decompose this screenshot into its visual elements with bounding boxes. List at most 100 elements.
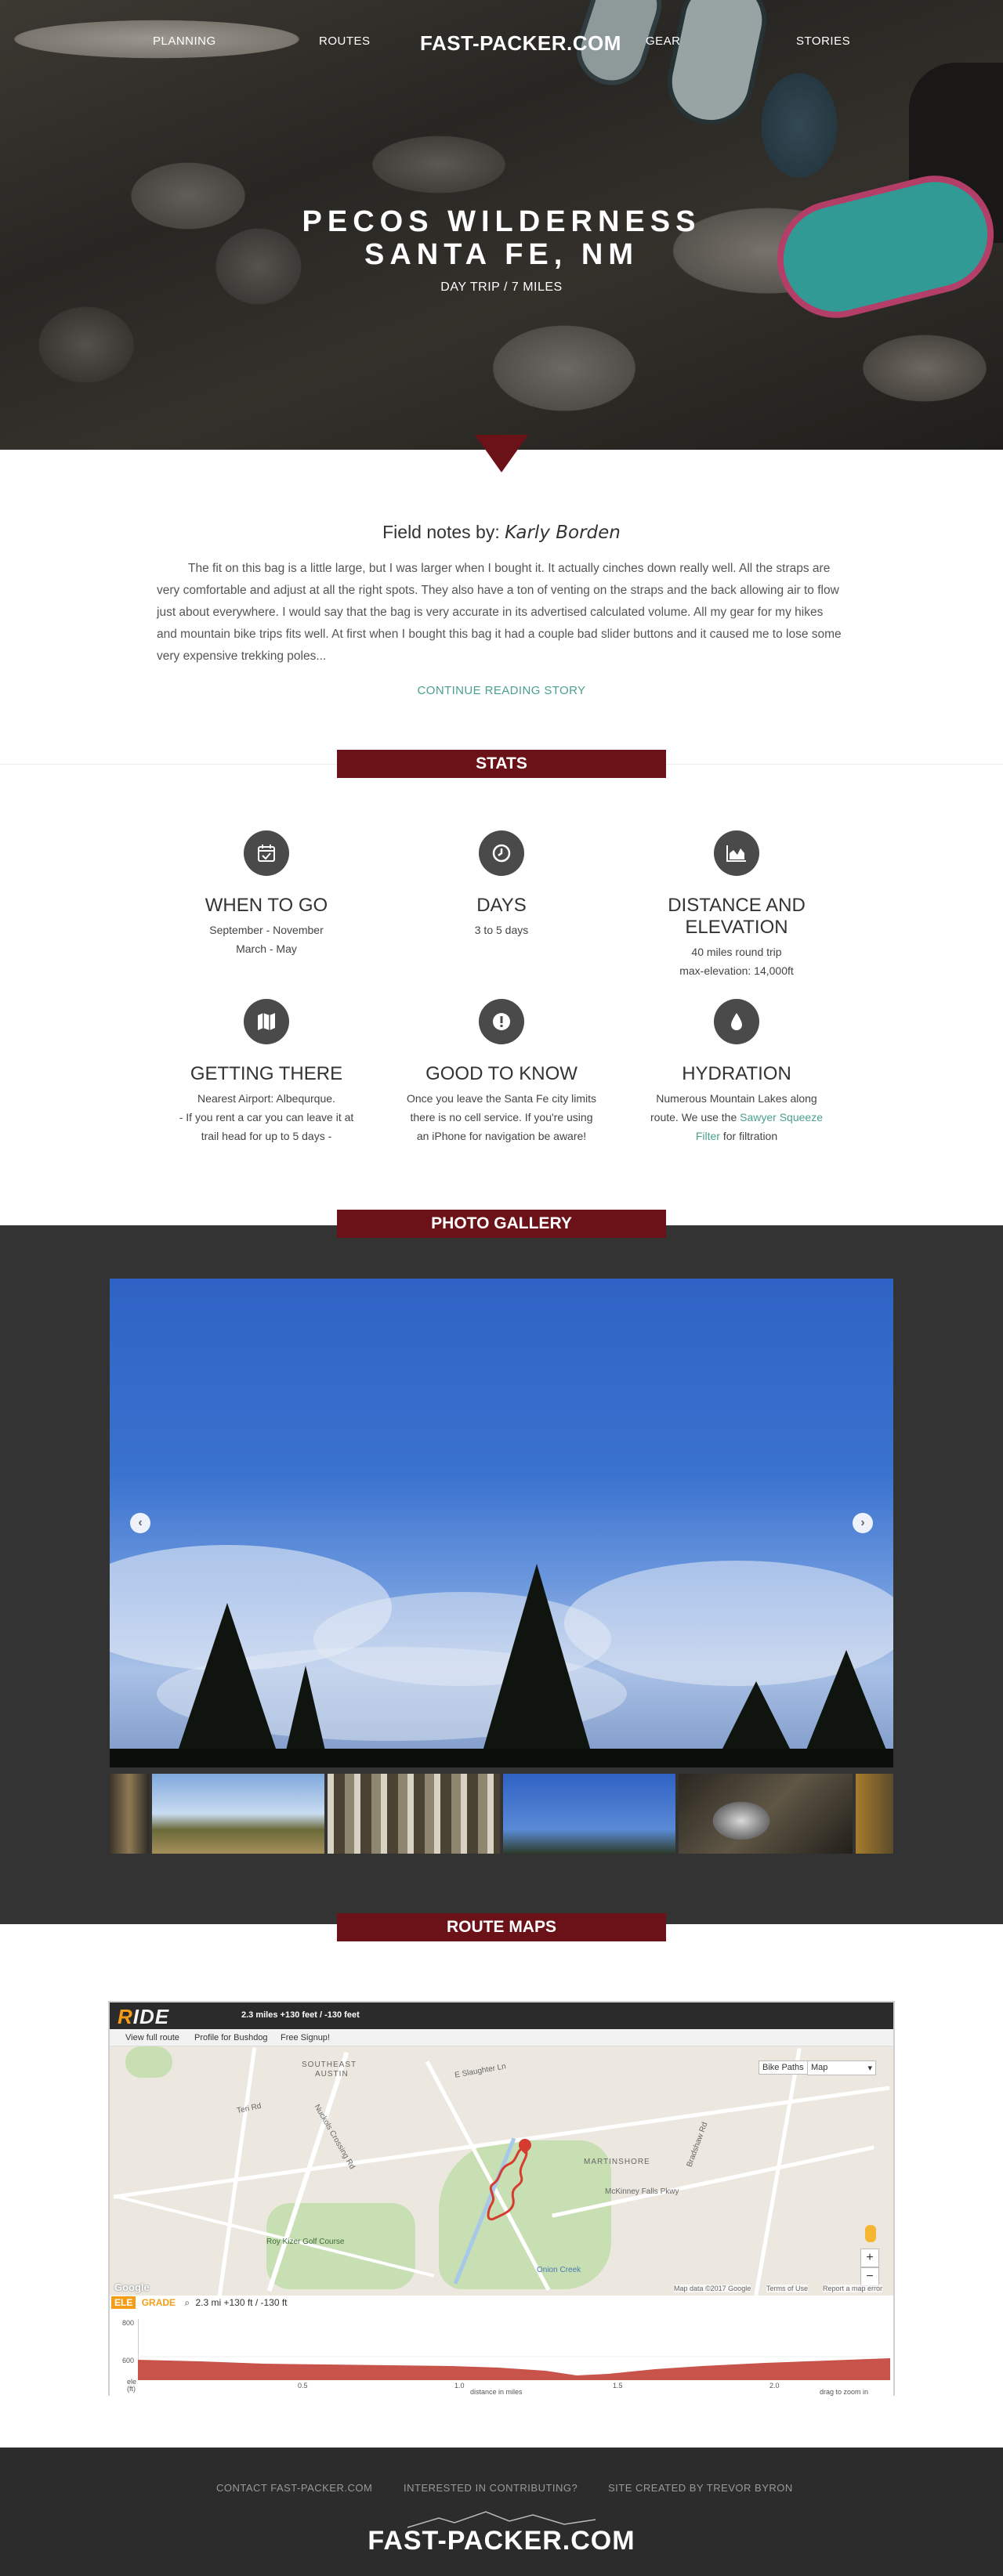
ride-logo-left: R: [118, 2005, 133, 2028]
nav-routes[interactable]: ROUTES: [319, 34, 371, 48]
stat-text: Numerous Mountain Lakes along route. We …: [619, 1089, 854, 1145]
stat-days: DAYS 3 to 5 days: [384, 830, 619, 939]
gallery-thumbnail[interactable]: [328, 1774, 500, 1854]
area-chart-icon: [714, 830, 759, 876]
stat-distance-elevation: DISTANCE AND ELEVATION 40 miles round tr…: [619, 830, 854, 980]
footer-contact-link[interactable]: CONTACT FAST-PACKER.COM: [216, 2482, 372, 2494]
hero-title-block: PECOS WILDERNESS SANTA FE, NM DAY TRIP /…: [0, 205, 1003, 295]
stat-title: HYDRATION: [682, 1063, 791, 1084]
elevation-tags: ELE GRADE ⌕ 2.3 mi +130 ft / -130 ft: [111, 2296, 288, 2309]
hero-down-arrow: [475, 435, 528, 472]
x-tick: 1.5: [613, 2382, 623, 2390]
stat-line: Nearest Airport: Albequrque.: [197, 1092, 335, 1105]
map-label: McKinney Falls Pkwy: [605, 2187, 679, 2196]
footer-credit-link[interactable]: SITE CREATED BY TREVOR BYRON: [608, 2482, 793, 2494]
footer-contribute-link[interactable]: INTERESTED IN CONTRIBUTING?: [404, 2482, 578, 2494]
gallery-main-photo: ‹ ›: [110, 1279, 893, 1767]
gallery-thumbnail[interactable]: [503, 1774, 675, 1854]
drag-hint: drag to zoom in: [820, 2388, 869, 2396]
route-map[interactable]: SOUTHEAST AUSTIN MARTINSHORE Roy Kizer G…: [110, 2046, 893, 2296]
free-signup-link[interactable]: Free Signup!: [281, 2033, 330, 2042]
elevation-chart: [138, 2319, 890, 2380]
nav-gear[interactable]: GEAR: [646, 34, 681, 48]
sawyer-filter-link[interactable]: Filter: [696, 1130, 720, 1142]
gallery-section-title: PHOTO GALLERY: [337, 1210, 666, 1238]
stat-title: DAYS: [476, 895, 527, 916]
stat-line: route. We use the Sawyer Squeeze: [619, 1108, 854, 1127]
street-view-icon[interactable]: [865, 2225, 876, 2242]
main-nav: PLANNING ROUTES FAST-PACKER.COM GEAR STO…: [0, 31, 1003, 55]
stat-title: GETTING THERE: [190, 1063, 343, 1084]
terms-link[interactable]: Terms of Use: [766, 2285, 809, 2292]
google-logo: Google: [114, 2281, 150, 2293]
gallery-thumbnail[interactable]: [110, 1774, 149, 1854]
stat-line: there is no cell service. If you're usin…: [410, 1111, 593, 1123]
profile-link[interactable]: Profile for Bushdog: [194, 2033, 268, 2042]
ride-logo-right: IDE: [132, 2005, 170, 2028]
zoom-out-button[interactable]: −: [860, 2267, 879, 2286]
stat-line: 40 miles round trip: [691, 946, 782, 958]
site-logo[interactable]: FAST-PACKER.COM: [420, 31, 621, 56]
water-drop-icon: [714, 999, 759, 1044]
stat-title-line: DISTANCE AND: [668, 895, 806, 916]
map-label: Roy Kizer Golf Course: [266, 2238, 345, 2246]
zoom-in-button[interactable]: +: [860, 2249, 879, 2267]
sawyer-squeeze-link[interactable]: Sawyer Squeeze: [740, 1111, 823, 1123]
map-label: E Slaughter Ln: [454, 2062, 507, 2080]
map-type-value: Map: [811, 2063, 828, 2072]
route-map-widget: RIDE 2.3 miles +130 feet / -130 feet Vie…: [108, 2001, 895, 2396]
footer-logo[interactable]: FAST-PACKER.COM: [0, 2526, 1003, 2556]
magnifier-icon[interactable]: ⌕: [184, 2297, 190, 2308]
stat-title-line: ELEVATION: [685, 917, 788, 938]
gallery-prev-button[interactable]: ‹: [130, 1513, 150, 1533]
x-tick: 1.0: [454, 2382, 465, 2390]
elevation-profile[interactable]: ELE GRADE ⌕ 2.3 mi +130 ft / -130 ft 800…: [110, 2296, 893, 2396]
route-header: RIDE 2.3 miles +130 feet / -130 feet: [110, 2003, 893, 2029]
field-notes-author: Karly Borden: [505, 523, 621, 543]
gallery-thumbnail[interactable]: [152, 1774, 324, 1854]
stat-line-text: for filtration: [719, 1130, 778, 1142]
stat-line: 3 to 5 days: [474, 924, 529, 936]
view-full-route-link[interactable]: View full route: [125, 2033, 179, 2042]
gallery-thumbnails: [110, 1774, 893, 1854]
stat-line: an iPhone for navigation be aware!: [416, 1130, 587, 1142]
hero-title-line2: SANTA FE, NM: [364, 238, 639, 271]
stat-good-to-know: GOOD TO KNOW Once you leave the Santa Fe…: [384, 999, 619, 1145]
gallery-thumbnail[interactable]: [856, 1774, 893, 1854]
grade-tab[interactable]: GRADE: [142, 2297, 176, 2308]
map-type-select[interactable]: Map ▾: [807, 2060, 876, 2075]
hero-photo-shoe: [659, 0, 775, 133]
ride-logo[interactable]: RIDE: [118, 2005, 169, 2029]
map-label: SOUTHEAST: [302, 2060, 357, 2069]
route-section-title: ROUTE MAPS: [337, 1913, 666, 1941]
map-attribution: Map data ©2017 Google: [674, 2285, 751, 2292]
report-map-error-link[interactable]: Report a map error: [823, 2285, 883, 2292]
hero-title-line1: PECOS WILDERNESS: [302, 205, 701, 238]
bike-paths-toggle[interactable]: Bike Paths: [759, 2060, 808, 2075]
site-footer: CONTACT FAST-PACKER.COM INTERESTED IN CO…: [0, 2448, 1003, 2576]
continue-reading-link[interactable]: CONTINUE READING STORY: [0, 684, 1003, 697]
stat-text: 3 to 5 days: [384, 921, 619, 939]
gallery-thumbnail[interactable]: [679, 1774, 853, 1854]
map-icon: [244, 999, 289, 1044]
field-notes-prefix: Field notes by:: [382, 522, 500, 542]
stat-text: Nearest Airport: Albequrque. - If you re…: [149, 1089, 384, 1145]
route-links: View full route Profile for Bushdog Free…: [110, 2029, 893, 2046]
y-tick: 600: [122, 2357, 135, 2364]
map-label: MARTINSHORE: [584, 2158, 650, 2166]
field-notes-body: The fit on this bag is a little large, b…: [157, 562, 842, 663]
hero-title: PECOS WILDERNESS SANTA FE, NM: [0, 205, 1003, 271]
nav-planning[interactable]: PLANNING: [153, 34, 216, 48]
route-line: [487, 2145, 528, 2221]
ele-tab[interactable]: ELE: [111, 2296, 136, 2309]
x-tick: 0.5: [298, 2382, 308, 2390]
calendar-check-icon: [244, 830, 289, 876]
stat-title: WHEN TO GO: [205, 895, 328, 916]
stats-section-title: STATS: [337, 750, 666, 778]
stat-text: 40 miles round trip max-elevation: 14,00…: [619, 942, 854, 980]
chevron-down-icon: ▾: [867, 2064, 872, 2073]
nav-stories[interactable]: STORIES: [796, 34, 850, 48]
gallery-next-button[interactable]: ›: [853, 1513, 873, 1533]
stat-title: DISTANCE AND ELEVATION: [619, 895, 854, 939]
hero-subtitle: DAY TRIP / 7 MILES: [440, 280, 563, 294]
